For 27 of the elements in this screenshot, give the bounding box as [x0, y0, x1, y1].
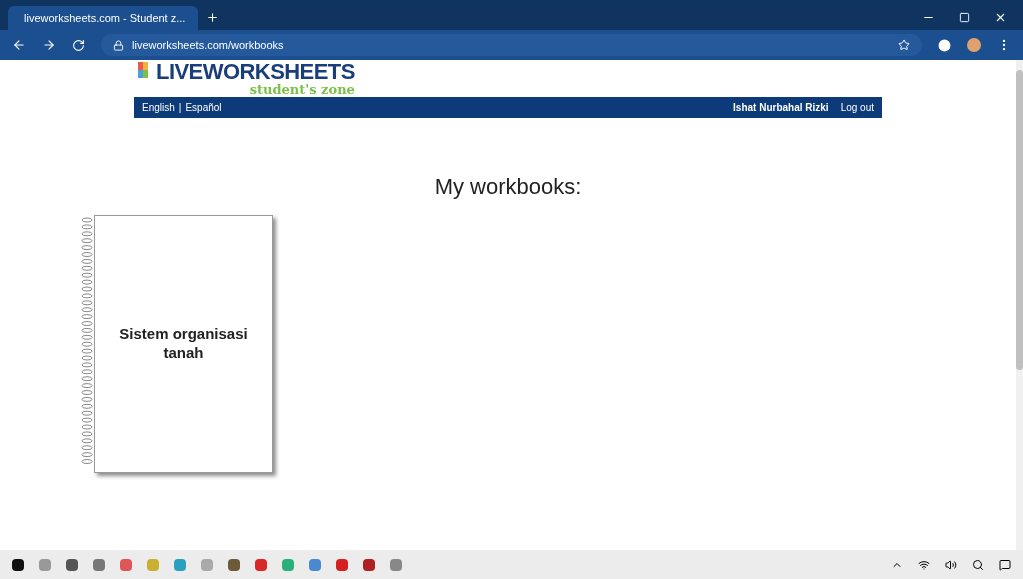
language-link[interactable]: Español — [185, 100, 222, 115]
page-heading: My workbooks: — [434, 173, 582, 201]
logout-link[interactable]: Log out — [840, 100, 874, 115]
profile-icon[interactable] — [967, 38, 981, 52]
back-icon[interactable] — [12, 38, 26, 52]
browser-tab[interactable]: liveworksheets.com - Student z... — [8, 6, 198, 30]
notification-icon[interactable] — [999, 558, 1011, 571]
volume-icon[interactable] — [945, 558, 957, 571]
wifi-icon[interactable] — [918, 558, 930, 571]
user-name: Ishat Nurbahal Rizki — [733, 101, 829, 115]
workbook-title: Sistem organisasi tanah — [118, 325, 249, 363]
maximize-icon[interactable] — [959, 12, 970, 23]
separator: | — [178, 101, 182, 115]
taskbar-app-icon[interactable] — [66, 558, 78, 571]
reload-icon[interactable] — [72, 38, 85, 52]
new-tab-icon[interactable] — [206, 11, 219, 24]
extension-icon[interactable] — [938, 38, 951, 52]
language-link[interactable]: English — [142, 100, 175, 115]
address-bar[interactable]: liveworksheets.com/workbooks — [101, 34, 922, 56]
bookmark-star-icon[interactable] — [898, 39, 910, 51]
forward-icon[interactable] — [42, 38, 56, 52]
lock-icon — [113, 39, 124, 51]
close-icon[interactable] — [994, 11, 1007, 24]
search-icon[interactable] — [972, 558, 984, 571]
logo-subtitle: student's zone — [249, 83, 355, 96]
logo-text: LIVEWORKSHEETS — [156, 61, 355, 83]
taskbar-app-icon[interactable] — [12, 558, 24, 571]
